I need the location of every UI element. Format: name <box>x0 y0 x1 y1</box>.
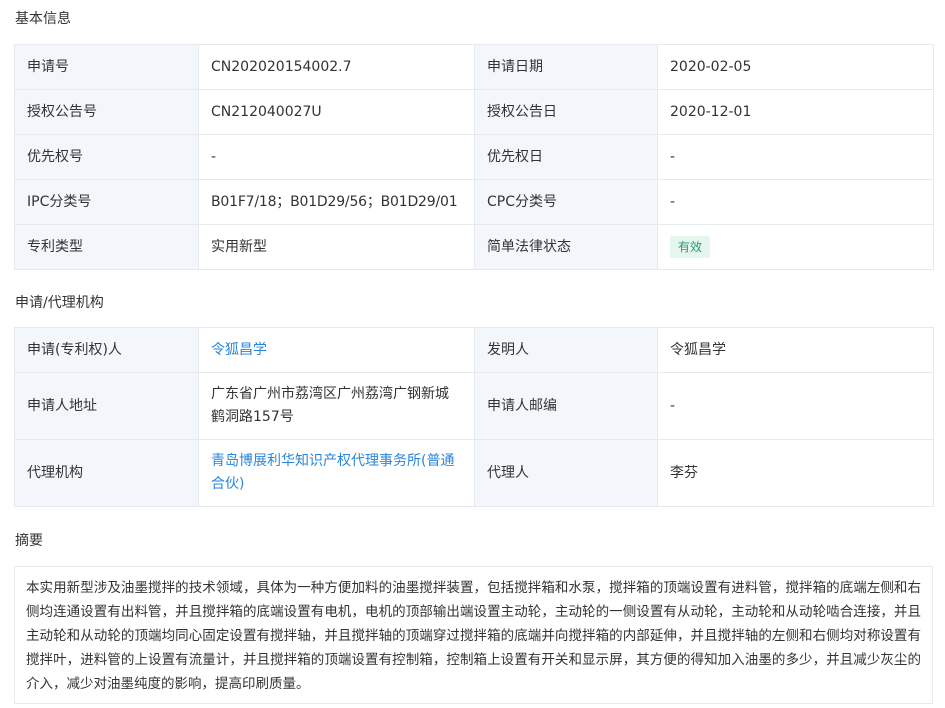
agency-info-table: 申请(专利权)人 令狐昌学 发明人 令狐昌学 申请人地址 广东省广州市荔湾区广州… <box>14 327 934 507</box>
patent-type-label: 专利类型 <box>14 224 199 270</box>
applicant-postcode-label: 申请人邮编 <box>474 372 658 440</box>
application-number-label: 申请号 <box>14 44 199 90</box>
applicant-link[interactable]: 令狐昌学 <box>211 342 267 358</box>
table-row: 申请号 CN202020154002.7 申请日期 2020-02-05 <box>14 44 934 90</box>
basic-info-title: 基本信息 <box>15 11 71 27</box>
priority-date-label: 优先权日 <box>474 134 658 180</box>
agency-link[interactable]: 青岛博展利华知识产权代理事务所(普通合伙) <box>211 453 454 492</box>
cpc-value: - <box>657 179 934 225</box>
legal-status-label: 简单法律状态 <box>474 224 658 270</box>
abstract-text: 本实用新型涉及油墨搅拌的技术领域，具体为一种方便加料的油墨搅拌装置，包括搅拌箱和… <box>14 566 933 704</box>
applicant-label: 申请(专利权)人 <box>14 327 199 373</box>
grant-date-value: 2020-12-01 <box>657 89 934 135</box>
applicant-address-label: 申请人地址 <box>14 372 199 440</box>
table-row: 代理机构 青岛博展利华知识产权代理事务所(普通合伙) 代理人 李芬 <box>14 439 934 507</box>
status-badge: 有效 <box>670 235 711 258</box>
agency-info-title: 申请/代理机构 <box>15 295 104 311</box>
agency-cell: 青岛博展利华知识产权代理事务所(普通合伙) <box>198 439 475 507</box>
applicant-address-value: 广东省广州市荔湾区广州荔湾广钢新城鹤洞路157号 <box>198 372 475 440</box>
table-row: 授权公告号 CN212040027U 授权公告日 2020-12-01 <box>14 89 934 135</box>
ipc-label: IPC分类号 <box>14 179 199 225</box>
table-row: 优先权号 - 优先权日 - <box>14 134 934 180</box>
inventor-label: 发明人 <box>474 327 658 373</box>
agency-label: 代理机构 <box>14 439 199 507</box>
agent-label: 代理人 <box>474 439 658 507</box>
application-date-label: 申请日期 <box>474 44 658 90</box>
ipc-value: B01F7/18；B01D29/56；B01D29/01 <box>198 179 475 225</box>
inventor-value: 令狐昌学 <box>657 327 934 373</box>
abstract-title: 摘要 <box>15 533 43 549</box>
priority-number-label: 优先权号 <box>14 134 199 180</box>
table-row: IPC分类号 B01F7/18；B01D29/56；B01D29/01 CPC分… <box>14 179 934 225</box>
basic-info-table: 申请号 CN202020154002.7 申请日期 2020-02-05 授权公… <box>14 44 934 270</box>
priority-date-value: - <box>657 134 934 180</box>
legal-status-cell: 有效 <box>657 224 934 270</box>
agent-value: 李芬 <box>657 439 934 507</box>
grant-number-value: CN212040027U <box>198 89 475 135</box>
grant-date-label: 授权公告日 <box>474 89 658 135</box>
applicant-cell: 令狐昌学 <box>198 327 475 373</box>
cpc-label: CPC分类号 <box>474 179 658 225</box>
application-date-value: 2020-02-05 <box>657 44 934 90</box>
priority-number-value: - <box>198 134 475 180</box>
grant-number-label: 授权公告号 <box>14 89 199 135</box>
applicant-postcode-value: - <box>657 372 934 440</box>
patent-type-value: 实用新型 <box>198 224 475 270</box>
application-number-value: CN202020154002.7 <box>198 44 475 90</box>
table-row: 申请(专利权)人 令狐昌学 发明人 令狐昌学 <box>14 327 934 373</box>
table-row: 专利类型 实用新型 简单法律状态 有效 <box>14 224 934 270</box>
table-row: 申请人地址 广东省广州市荔湾区广州荔湾广钢新城鹤洞路157号 申请人邮编 - <box>14 372 934 440</box>
